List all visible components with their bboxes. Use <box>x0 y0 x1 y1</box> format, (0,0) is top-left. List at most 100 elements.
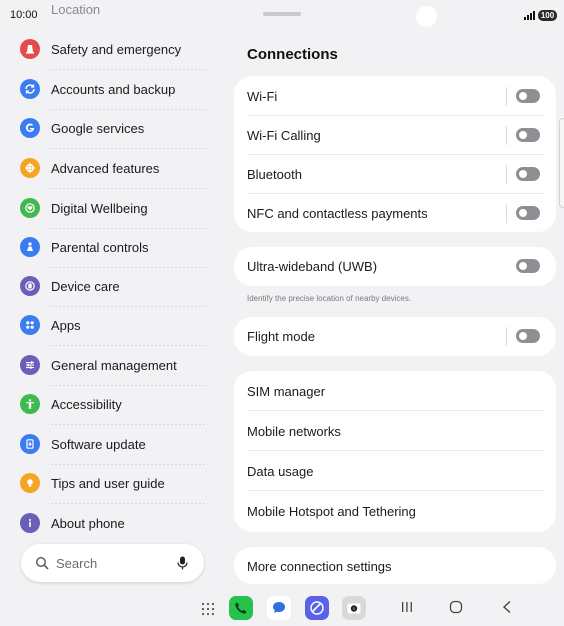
sidebar-item-label: Google services <box>51 120 145 136</box>
front-camera-cutout <box>416 6 437 27</box>
sidebar-item-label: Advanced features <box>51 160 160 176</box>
row-label: Wi-Fi <box>247 89 278 104</box>
connections-card: Wi-Fi Wi-Fi Calling Bluetooth NFC and co… <box>234 76 556 232</box>
app-drawer-icon[interactable] <box>201 602 215 616</box>
uwb-row[interactable]: Ultra-wideband (UWB) <box>234 247 556 286</box>
sidebar-item-label: Parental controls <box>51 239 149 255</box>
recent-apps-button[interactable] <box>400 599 414 615</box>
sidebar-item-label: Tips and user guide <box>51 475 165 491</box>
sidebar-item-apps[interactable]: Apps <box>20 305 205 346</box>
device-care-icon <box>20 276 40 296</box>
alert-icon <box>20 39 40 59</box>
google-icon <box>20 118 40 138</box>
toggle-knob <box>519 332 527 340</box>
edge-panel-handle[interactable] <box>559 118 564 208</box>
mobile-networks-row[interactable]: Mobile networks <box>234 411 556 451</box>
lightbulb-icon <box>20 473 40 493</box>
more-connection-settings-row[interactable]: More connection settings <box>234 547 556 586</box>
sidebar-item-advanced[interactable]: Advanced features <box>20 148 205 189</box>
toggle-knob <box>519 131 527 139</box>
wifi-calling-toggle[interactable] <box>516 128 540 142</box>
nfc-toggle[interactable] <box>516 206 540 220</box>
flight-mode-card: Flight mode <box>234 317 556 356</box>
search-bar[interactable]: Search <box>21 544 204 582</box>
row-label: Data usage <box>247 463 314 479</box>
sidebar-item-device-care[interactable]: Device care <box>20 266 205 307</box>
apps-grid-icon <box>20 315 40 335</box>
sidebar-item-accessibility[interactable]: Accessibility <box>20 384 205 425</box>
sidebar-item-label: Software update <box>51 436 146 452</box>
sidebar-item-label: General management <box>51 357 177 373</box>
network-card: SIM manager Mobile networks Data usage M… <box>234 371 556 532</box>
home-button[interactable] <box>449 599 463 615</box>
flight-mode-toggle[interactable] <box>516 329 540 343</box>
wifi-toggle[interactable] <box>516 89 540 103</box>
row-label: Flight mode <box>247 329 315 344</box>
divider <box>506 87 507 106</box>
search-input[interactable]: Search <box>56 556 97 571</box>
internet-app[interactable] <box>305 596 329 620</box>
sidebar-item-tips[interactable]: Tips and user guide <box>20 463 205 504</box>
sidebar-item-label: Accessibility <box>51 396 122 412</box>
internet-icon <box>310 601 324 615</box>
toggle-knob <box>519 209 527 217</box>
sidebar-item-about-phone[interactable]: About phone <box>20 503 205 543</box>
battery-icon: 100 <box>538 10 557 21</box>
drag-handle[interactable] <box>263 12 301 16</box>
data-usage-row[interactable]: Data usage <box>234 451 556 491</box>
sidebar-item-digital-wellbeing[interactable]: Digital Wellbeing <box>20 188 205 229</box>
messages-icon <box>273 602 285 613</box>
wifi-calling-row[interactable]: Wi-Fi Calling <box>234 116 556 155</box>
camera-app[interactable] <box>342 596 366 620</box>
sidebar-item-general-management[interactable]: General management <box>20 345 205 386</box>
toggle-knob <box>519 170 527 178</box>
camera-icon <box>347 603 361 614</box>
divider <box>506 204 507 223</box>
wifi-row[interactable]: Wi-Fi <box>234 77 556 116</box>
sidebar-item-label: About phone <box>51 515 125 531</box>
bluetooth-row[interactable]: Bluetooth <box>234 155 556 194</box>
row-label: Bluetooth <box>247 167 302 182</box>
sidebar-item-parental-controls[interactable]: Parental controls <box>20 227 205 268</box>
row-label: Mobile Hotspot and Tethering <box>247 503 416 519</box>
microphone-icon[interactable] <box>177 556 188 570</box>
sidebar-item-label: Safety and emergency <box>51 41 182 57</box>
sidebar-item-label: Apps <box>51 317 81 333</box>
uwb-toggle[interactable] <box>516 259 540 273</box>
nfc-row[interactable]: NFC and contactless payments <box>234 194 556 233</box>
phone-icon <box>235 602 247 614</box>
sidebar-item-accounts[interactable]: Accounts and backup <box>20 69 205 110</box>
page-title: Connections <box>247 46 338 63</box>
divider <box>506 165 507 184</box>
toggle-knob <box>519 262 527 270</box>
messages-app[interactable] <box>267 596 291 620</box>
phone-app[interactable] <box>229 596 253 620</box>
row-label: Mobile networks <box>247 423 341 439</box>
sync-icon <box>20 79 40 99</box>
sidebar-item-safety[interactable]: Safety and emergency <box>20 29 205 70</box>
gear-plus-icon <box>20 158 40 178</box>
toggle-knob <box>519 92 527 100</box>
hotspot-row[interactable]: Mobile Hotspot and Tethering <box>234 491 556 531</box>
row-label: Wi-Fi Calling <box>247 128 321 143</box>
row-label: Ultra-wideband (UWB) <box>247 259 378 274</box>
uwb-card: Ultra-wideband (UWB) <box>234 247 556 286</box>
divider <box>506 327 507 346</box>
row-label: SIM manager <box>247 383 326 399</box>
sidebar-item-google[interactable]: Google services <box>20 108 205 149</box>
sidebar-item-label: Accounts and backup <box>51 81 176 97</box>
bluetooth-toggle[interactable] <box>516 167 540 181</box>
row-label: NFC and contactless payments <box>247 206 428 221</box>
software-update-icon <box>20 434 40 454</box>
sidebar-item-location-partial[interactable]: Location <box>51 2 100 17</box>
flight-mode-row[interactable]: Flight mode <box>234 317 556 356</box>
uwb-description: Identify the precise location of nearby … <box>247 294 412 303</box>
back-button[interactable] <box>500 599 514 615</box>
signal-icon <box>524 11 535 20</box>
search-icon <box>35 556 49 570</box>
accessibility-icon <box>20 394 40 414</box>
sliders-icon <box>20 355 40 375</box>
sim-manager-row[interactable]: SIM manager <box>234 371 556 411</box>
sidebar-item-software-update[interactable]: Software update <box>20 424 205 465</box>
sidebar-item-label: Device care <box>51 278 120 294</box>
